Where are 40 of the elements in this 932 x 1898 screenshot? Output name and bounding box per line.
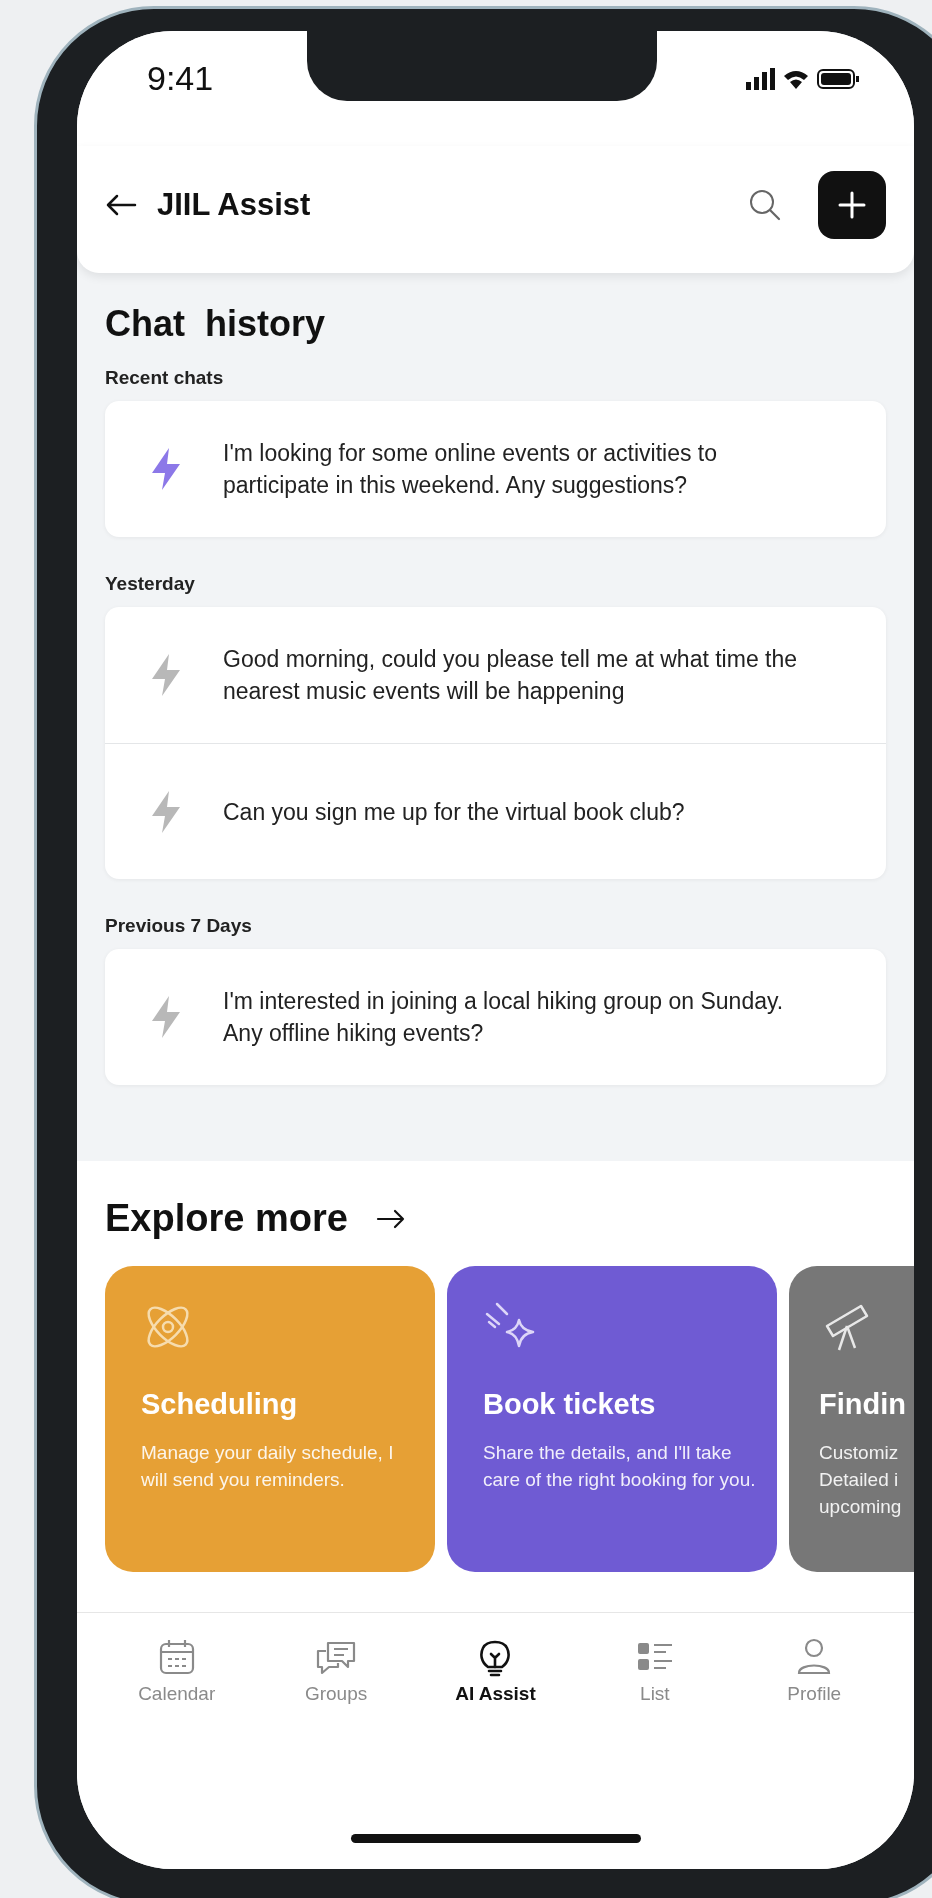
new-chat-button[interactable]	[818, 170, 886, 239]
plus-icon	[837, 189, 867, 220]
tab-label: Profile	[787, 1683, 842, 1705]
card-title: Book tickets	[483, 1388, 657, 1421]
nav-tab[interactable]: AI Assist	[435, 1637, 556, 1705]
card-description: Customiz Detailed i upcoming	[819, 1441, 903, 1519]
group-label: Recent chats	[105, 367, 225, 389]
chat-item[interactable]: Good morning, could you please tell me at what time the nearest music events will be happening	[105, 607, 886, 743]
search-icon[interactable]	[748, 187, 782, 222]
group-label: Previous 7 Days	[105, 915, 253, 937]
chat-text: I'm interested in joining a local hiking group on Sunday. Any offline hiking events?	[223, 987, 785, 1048]
tab-label: Calendar	[138, 1683, 216, 1705]
status-time: 9:41	[147, 59, 214, 98]
tab-label: List	[640, 1683, 670, 1705]
nav-tab[interactable]: Calendar	[116, 1637, 237, 1705]
tab-label: AI Assist	[455, 1683, 536, 1705]
nav-tab[interactable]: Profile	[754, 1637, 875, 1705]
section-title: Chat history	[105, 303, 327, 345]
back-arrow-icon[interactable]	[105, 192, 137, 217]
nav-tab[interactable]: List	[594, 1637, 715, 1705]
header-title: JIIL Assist	[157, 186, 311, 223]
feature-card[interactable]: Findin Customiz Detailed i upcoming	[789, 1266, 914, 1572]
chat-text: I'm looking for some online events or activities to participate in this weekend. Any suggestions?	[223, 439, 718, 500]
nav-tab[interactable]: Groups	[276, 1637, 397, 1705]
group-label: Yesterday	[105, 573, 196, 595]
chat-item[interactable]: I'm interested in joining a local hiking group on Sunday. Any offline hiking events?	[105, 949, 886, 1085]
chat-text: Can you sign me up for the virtual book club?	[223, 797, 685, 827]
feature-card[interactable]: Book tickets Share the details, and I'll take care of the right booking for you.	[447, 1266, 777, 1572]
wifi-icon	[784, 70, 808, 89]
battery-icon	[817, 68, 859, 89]
chat-text: Good morning, could you please tell me at what time the nearest music events will be happening	[223, 645, 799, 706]
chat-item[interactable]: I'm looking for some online events or activities to participate in this weekend. Any suggestions?	[105, 401, 886, 537]
chat-item[interactable]: Can you sign me up for the virtual book club?	[105, 743, 886, 879]
tab-label: Groups	[304, 1683, 368, 1705]
section-title: Explore more	[105, 1197, 348, 1240]
card-title: Findin	[819, 1388, 907, 1421]
signal-icon	[746, 67, 775, 90]
card-description: Share the details, and I'll take care of the right booking for you.	[483, 1441, 757, 1492]
card-description: Manage your daily schedule, I will send you reminders.	[141, 1441, 395, 1492]
card-title: Scheduling	[141, 1388, 299, 1421]
